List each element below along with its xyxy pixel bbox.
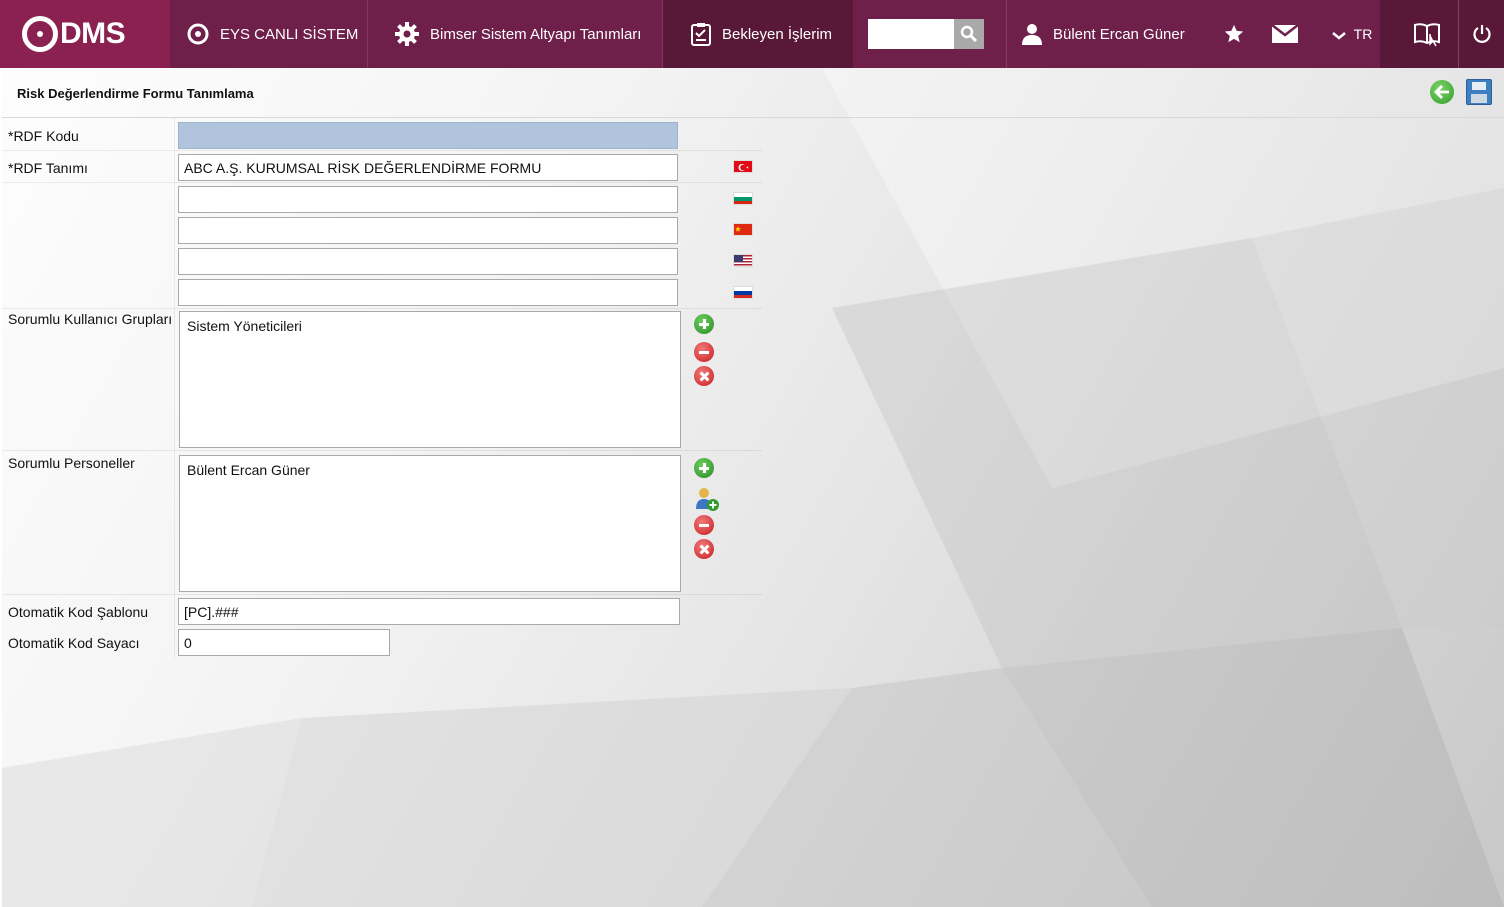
add-icon-v	[702, 319, 706, 329]
power-icon	[1472, 25, 1491, 43]
flag-us-graphic	[734, 255, 752, 266]
remove-icon	[699, 523, 709, 527]
rdf-name-label: *RDF Tanımı	[8, 160, 88, 176]
add-icon-v	[702, 463, 706, 473]
add-user-icon	[696, 488, 719, 511]
remove-icon	[699, 350, 709, 354]
flag-ru-icon[interactable]	[733, 286, 753, 299]
row-divider	[2, 150, 762, 151]
label-column-divider	[174, 118, 175, 658]
back-arrow-icon	[1434, 85, 1449, 99]
logo-text: DMS	[60, 17, 126, 50]
messages-button[interactable]	[1270, 0, 1300, 68]
user-menu[interactable]: Bülent Ercan Güner	[1006, 0, 1185, 68]
auto-code-template-field[interactable]: [PC].###	[178, 598, 680, 625]
chevron-down-icon	[1331, 32, 1346, 40]
clipboard-icon	[691, 23, 711, 46]
clear-personnel-button[interactable]	[694, 539, 714, 559]
flag-us-icon[interactable]	[733, 254, 753, 267]
search-icon	[960, 25, 978, 43]
remove-personnel-button[interactable]	[694, 515, 714, 535]
logo-q-icon	[22, 16, 58, 52]
nav-pending-label: Bekleyen İşlerim	[722, 25, 833, 43]
row-divider	[2, 308, 762, 309]
book-icon	[1414, 23, 1440, 47]
rdf-code-field[interactable]	[178, 122, 678, 149]
add-group-button[interactable]	[694, 314, 714, 334]
language-code: TR	[1353, 26, 1373, 42]
page-title: Risk Değerlendirme Formu Tanımlama	[17, 86, 254, 101]
gear-icon	[395, 22, 419, 46]
title-divider	[2, 117, 1504, 118]
auto-code-template-label: Otomatik Kod Şablonu	[8, 604, 149, 620]
flag-stripe	[734, 295, 752, 298]
flag-tr-icon[interactable]	[733, 160, 753, 173]
flag-bg-icon[interactable]	[733, 192, 753, 205]
back-button[interactable]	[1430, 80, 1454, 104]
flag-cn-icon[interactable]	[733, 223, 753, 236]
qdms-logo[interactable]: DMS	[0, 0, 170, 68]
auto-code-counter-field[interactable]: 0	[178, 629, 390, 656]
star-icon	[1224, 24, 1244, 43]
top-navigation-bar: DMS EYS CANLI SİSTEM Bimser Sistem Altya…	[0, 0, 1504, 68]
logout-button[interactable]	[1458, 0, 1504, 68]
responsible-personnel-list[interactable]: Bülent Ercan Güner	[179, 455, 681, 592]
save-icon	[1472, 82, 1486, 90]
favorites-button[interactable]	[1220, 0, 1248, 68]
nav-system-label: EYS CANLI SİSTEM	[220, 25, 359, 43]
search-input[interactable]	[868, 19, 954, 49]
rdf-name-field-bg[interactable]	[178, 186, 678, 213]
nav-infrastructure[interactable]: Bimser Sistem Altyapı Tanımları	[368, 0, 663, 68]
nav-system[interactable]: EYS CANLI SİSTEM	[170, 0, 368, 68]
system-logo-icon	[187, 23, 209, 45]
responsible-groups-label: Sorumlu Kullanıcı Grupları	[8, 311, 173, 327]
responsible-groups-list[interactable]: Sistem Yöneticileri	[179, 311, 681, 448]
row-divider	[2, 182, 762, 183]
mail-icon	[1271, 24, 1299, 43]
list-item[interactable]: Bülent Ercan Güner	[187, 462, 673, 478]
flag-stripe	[734, 201, 752, 204]
clear-groups-button[interactable]	[694, 366, 714, 386]
row-divider	[2, 450, 762, 451]
help-manual-button[interactable]	[1405, 0, 1449, 68]
search-button[interactable]	[954, 19, 984, 49]
remove-group-button[interactable]	[694, 342, 714, 362]
add-personnel-button[interactable]	[694, 458, 714, 478]
rdf-name-field-ru[interactable]	[178, 279, 678, 306]
rdf-name-field-us[interactable]	[178, 248, 678, 275]
flag-tr-graphic	[738, 164, 749, 171]
user-name: Bülent Ercan Güner	[1053, 25, 1185, 43]
save-button[interactable]	[1466, 79, 1492, 105]
row-divider	[2, 594, 762, 595]
form-content-area: Risk Değerlendirme Formu Tanımlama *RDF …	[2, 68, 1504, 907]
auto-code-counter-label: Otomatik Kod Sayacı	[8, 635, 140, 651]
list-item[interactable]: Sistem Yöneticileri	[187, 318, 673, 334]
rdf-name-field-tr[interactable]: ABC A.Ş. KURUMSAL RİSK DEĞERLENDİRME FOR…	[178, 154, 678, 181]
user-icon	[1022, 24, 1042, 45]
nav-infrastructure-label: Bimser Sistem Altyapı Tanımları	[430, 25, 642, 43]
rdf-name-field-cn[interactable]	[178, 217, 678, 244]
flag-cn-graphic	[735, 226, 741, 232]
language-selector[interactable]: TR	[1322, 0, 1382, 68]
add-user-button[interactable]	[694, 486, 720, 512]
responsible-personnel-label: Sorumlu Personeller	[8, 455, 135, 471]
nav-pending-tasks[interactable]: Bekleyen İşlerim	[663, 0, 853, 68]
save-icon-label-area	[1471, 94, 1487, 103]
rdf-code-label: *RDF Kodu	[8, 128, 79, 144]
